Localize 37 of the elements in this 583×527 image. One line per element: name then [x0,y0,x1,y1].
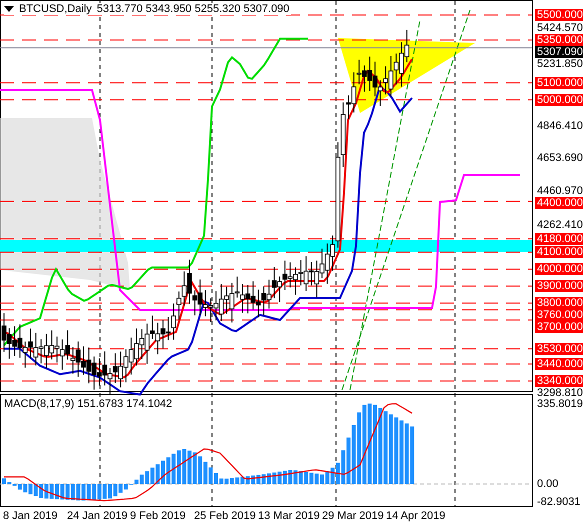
date-label: 25 Feb 2019 [194,510,256,522]
date-label: 8 Jan 2019 [3,510,58,522]
date-label: 13 Mar 2019 [258,510,320,522]
price-label: 4000.000 [535,263,583,276]
price-label: 4180.000 [535,232,583,245]
dropdown-triangle-icon[interactable] [4,6,14,12]
price-label: 4846.410 [536,120,583,132]
price-label: 3700.000 [535,321,583,334]
date-label: 24 Jan 2019 [67,510,128,522]
date-label: 14 Apr 2019 [386,510,446,522]
price-label: 4100.000 [535,246,583,258]
date-label: 29 Mar 2019 [322,510,384,522]
macd-axis-label: -82.9031 [536,496,582,508]
price-label: 3530.000 [535,342,583,355]
price-label: 5424.570 [536,22,583,34]
price-label: 5500.000 [535,9,583,21]
price-label: 5000.000 [535,94,583,106]
date-label: 9 Feb 2019 [130,510,186,522]
price-label: 4653.690 [536,152,583,164]
macd-title: MACD(8,17,9) 151.6783 174.1042 [4,398,172,410]
price-label: 3800.000 [535,297,583,310]
price-label: 3440.000 [535,358,583,370]
price-label: 5350.000 [535,34,583,46]
price-label: 3340.000 [535,375,583,387]
price-label: 4262.410 [536,218,583,231]
price-label: 3900.000 [535,280,583,292]
price-label: 5100.000 [535,76,583,89]
symbol-title: BTCUSD,Daily [19,3,92,15]
price-label: 4400.000 [535,197,583,209]
price-label: 4460.970 [536,185,583,197]
price-label: 3298.810 [536,387,583,399]
price-label: 3760.000 [535,309,583,322]
price-label: 5231.850 [536,58,583,70]
ohlc-values: 5313.770 5343.950 5255.320 5307.090 [96,3,290,15]
price-label: 5307.090 [535,46,583,58]
macd-axis-label: 335.8019 [536,398,583,410]
macd-axis-label: 0.00 [536,478,560,490]
